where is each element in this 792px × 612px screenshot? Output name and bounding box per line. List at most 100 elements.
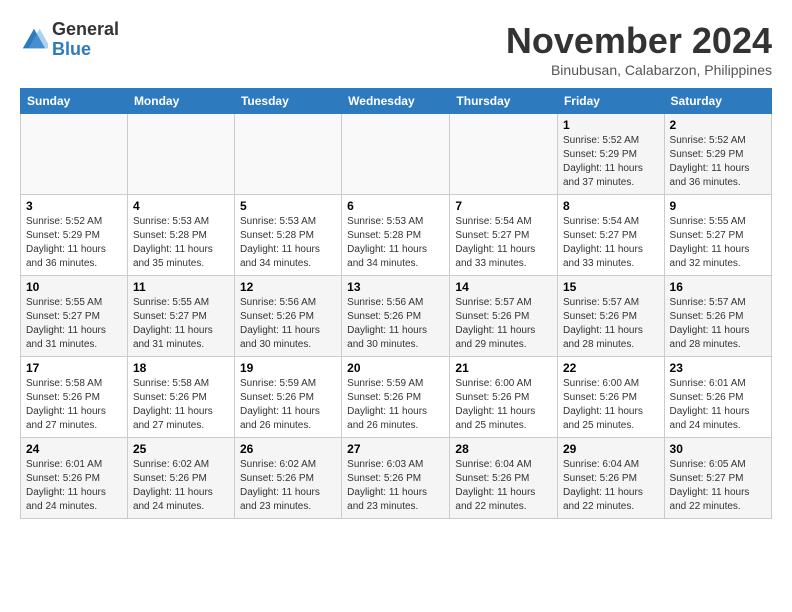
day-info: Sunrise: 6:05 AM Sunset: 5:27 PM Dayligh… <box>670 458 766 514</box>
day-number: 21 <box>455 361 552 375</box>
calendar-cell: 10Sunrise: 5:55 AM Sunset: 5:27 PM Dayli… <box>21 276 128 357</box>
calendar-cell: 2Sunrise: 5:52 AM Sunset: 5:29 PM Daylig… <box>664 114 771 195</box>
day-info: Sunrise: 5:58 AM Sunset: 5:26 PM Dayligh… <box>26 377 122 433</box>
calendar-cell: 28 Sunrise: 6:04 AM Sunset: 5:26 PM Dayli… <box>450 438 558 519</box>
day-info: Sunrise: 5:53 AM Sunset: 5:28 PM Dayligh… <box>347 215 444 271</box>
day-info: Sunrise: 5:54 AM Sunset: 5:27 PM Dayligh… <box>563 215 659 271</box>
day-number: 11 <box>133 280 229 294</box>
day-number: 26 <box>240 442 336 456</box>
day-info: Sunrise: 6:02 AM Sunset: 5:26 PM Dayligh… <box>133 458 229 514</box>
day-number: 22 <box>563 361 659 375</box>
calendar-cell: 17 Sunrise: 5:58 AM Sunset: 5:26 PM Dayli… <box>21 357 128 438</box>
calendar-cell: 9 Sunrise: 5:55 AM Sunset: 5:27 PM Daylig… <box>664 195 771 276</box>
day-info: Sunrise: 5:57 AM Sunset: 5:26 PM Dayligh… <box>563 296 659 352</box>
day-info: Sunrise: 6:02 AM Sunset: 5:26 PM Dayligh… <box>240 458 336 514</box>
calendar-cell <box>234 114 341 195</box>
day-info: Sunrise: 5:55 AM Sunset: 5:27 PM Dayligh… <box>670 215 766 271</box>
day-info: Sunrise: 5:56 AM Sunset: 5:26 PM Dayligh… <box>347 296 444 352</box>
calendar-cell: 25 Sunrise: 6:02 AM Sunset: 5:26 PM Dayli… <box>127 438 234 519</box>
calendar-cell: 5Sunrise: 5:53 AM Sunset: 5:28 PM Daylig… <box>234 195 341 276</box>
day-number: 30 <box>670 442 766 456</box>
calendar-cell: 3Sunrise: 5:52 AM Sunset: 5:29 PM Daylig… <box>21 195 128 276</box>
day-number: 15 <box>563 280 659 294</box>
day-number: 19 <box>240 361 336 375</box>
day-number: 5 <box>240 199 336 213</box>
day-info: Sunrise: 6:00 AM Sunset: 5:26 PM Dayligh… <box>563 377 659 433</box>
calendar-cell: 13 Sunrise: 5:56 AM Sunset: 5:26 PM Dayli… <box>342 276 450 357</box>
calendar-cell: 24 Sunrise: 6:01 AM Sunset: 5:26 PM Dayli… <box>21 438 128 519</box>
calendar-cell: 20Sunrise: 5:59 AM Sunset: 5:26 PM Dayli… <box>342 357 450 438</box>
day-info: Sunrise: 6:04 AM Sunset: 5:26 PM Dayligh… <box>455 458 552 514</box>
weekday-header: Sunday <box>21 89 128 114</box>
day-info: Sunrise: 5:52 AM Sunset: 5:29 PM Dayligh… <box>563 134 659 190</box>
day-number: 27 <box>347 442 444 456</box>
title-section: November 2024 Binubusan, Calabarzon, Phi… <box>506 20 772 78</box>
calendar-cell: 4 Sunrise: 5:53 AM Sunset: 5:28 PM Daylig… <box>127 195 234 276</box>
calendar-cell: 30 Sunrise: 6:05 AM Sunset: 5:27 PM Dayli… <box>664 438 771 519</box>
day-info: Sunrise: 5:59 AM Sunset: 5:26 PM Dayligh… <box>240 377 336 433</box>
calendar-cell: 21Sunrise: 6:00 AM Sunset: 5:26 PM Dayli… <box>450 357 558 438</box>
day-number: 24 <box>26 442 122 456</box>
location-subtitle: Binubusan, Calabarzon, Philippines <box>506 62 772 78</box>
calendar-week-row: 3Sunrise: 5:52 AM Sunset: 5:29 PM Daylig… <box>21 195 772 276</box>
day-info: Sunrise: 6:04 AM Sunset: 5:26 PM Dayligh… <box>563 458 659 514</box>
calendar-table: SundayMondayTuesdayWednesdayThursdayFrid… <box>20 88 772 519</box>
day-number: 12 <box>240 280 336 294</box>
day-info: Sunrise: 6:03 AM Sunset: 5:26 PM Dayligh… <box>347 458 444 514</box>
calendar-cell: 1 Sunrise: 5:52 AM Sunset: 5:29 PM Daylig… <box>557 114 664 195</box>
calendar-cell: 22 Sunrise: 6:00 AM Sunset: 5:26 PM Dayli… <box>557 357 664 438</box>
weekday-header: Monday <box>127 89 234 114</box>
day-info: Sunrise: 5:57 AM Sunset: 5:26 PM Dayligh… <box>455 296 552 352</box>
calendar-cell: 27 Sunrise: 6:03 AM Sunset: 5:26 PM Dayli… <box>342 438 450 519</box>
calendar-cell: 14 Sunrise: 5:57 AM Sunset: 5:26 PM Dayli… <box>450 276 558 357</box>
day-info: Sunrise: 6:01 AM Sunset: 5:26 PM Dayligh… <box>670 377 766 433</box>
calendar-cell: 18Sunrise: 5:58 AM Sunset: 5:26 PM Dayli… <box>127 357 234 438</box>
day-info: Sunrise: 5:53 AM Sunset: 5:28 PM Dayligh… <box>133 215 229 271</box>
calendar-cell <box>127 114 234 195</box>
calendar-cell: 6Sunrise: 5:53 AM Sunset: 5:28 PM Daylig… <box>342 195 450 276</box>
day-number: 28 <box>455 442 552 456</box>
day-info: Sunrise: 5:54 AM Sunset: 5:27 PM Dayligh… <box>455 215 552 271</box>
calendar-cell: 12Sunrise: 5:56 AM Sunset: 5:26 PM Dayli… <box>234 276 341 357</box>
day-number: 8 <box>563 199 659 213</box>
day-info: Sunrise: 6:01 AM Sunset: 5:26 PM Dayligh… <box>26 458 122 514</box>
weekday-header: Wednesday <box>342 89 450 114</box>
calendar-week-row: 24 Sunrise: 6:01 AM Sunset: 5:26 PM Dayli… <box>21 438 772 519</box>
day-number: 7 <box>455 199 552 213</box>
weekday-header: Thursday <box>450 89 558 114</box>
calendar-week-row: 17 Sunrise: 5:58 AM Sunset: 5:26 PM Dayli… <box>21 357 772 438</box>
calendar-cell: 7 Sunrise: 5:54 AM Sunset: 5:27 PM Daylig… <box>450 195 558 276</box>
day-number: 4 <box>133 199 229 213</box>
day-info: Sunrise: 5:55 AM Sunset: 5:27 PM Dayligh… <box>26 296 122 352</box>
calendar-cell: 29 Sunrise: 6:04 AM Sunset: 5:26 PM Dayli… <box>557 438 664 519</box>
logo: General Blue <box>20 20 119 60</box>
day-info: Sunrise: 5:55 AM Sunset: 5:27 PM Dayligh… <box>133 296 229 352</box>
page-header: General Blue November 2024 Binubusan, Ca… <box>20 20 772 78</box>
day-info: Sunrise: 5:59 AM Sunset: 5:26 PM Dayligh… <box>347 377 444 433</box>
calendar-cell <box>21 114 128 195</box>
day-info: Sunrise: 5:52 AM Sunset: 5:29 PM Dayligh… <box>26 215 122 271</box>
calendar-header-row: SundayMondayTuesdayWednesdayThursdayFrid… <box>21 89 772 114</box>
logo-text: General Blue <box>52 20 119 60</box>
day-info: Sunrise: 5:57 AM Sunset: 5:26 PM Dayligh… <box>670 296 766 352</box>
day-number: 13 <box>347 280 444 294</box>
calendar-cell: 11 Sunrise: 5:55 AM Sunset: 5:27 PM Dayli… <box>127 276 234 357</box>
day-number: 9 <box>670 199 766 213</box>
calendar-cell: 8 Sunrise: 5:54 AM Sunset: 5:27 PM Daylig… <box>557 195 664 276</box>
day-info: Sunrise: 5:52 AM Sunset: 5:29 PM Dayligh… <box>670 134 766 190</box>
calendar-week-row: 10Sunrise: 5:55 AM Sunset: 5:27 PM Dayli… <box>21 276 772 357</box>
logo-icon <box>20 26 48 54</box>
day-number: 14 <box>455 280 552 294</box>
day-number: 16 <box>670 280 766 294</box>
weekday-header: Saturday <box>664 89 771 114</box>
day-number: 29 <box>563 442 659 456</box>
day-number: 25 <box>133 442 229 456</box>
calendar-cell: 19 Sunrise: 5:59 AM Sunset: 5:26 PM Dayli… <box>234 357 341 438</box>
day-number: 17 <box>26 361 122 375</box>
day-number: 1 <box>563 118 659 132</box>
calendar-week-row: 1 Sunrise: 5:52 AM Sunset: 5:29 PM Daylig… <box>21 114 772 195</box>
weekday-header: Friday <box>557 89 664 114</box>
calendar-cell: 23Sunrise: 6:01 AM Sunset: 5:26 PM Dayli… <box>664 357 771 438</box>
day-number: 18 <box>133 361 229 375</box>
calendar-cell <box>450 114 558 195</box>
